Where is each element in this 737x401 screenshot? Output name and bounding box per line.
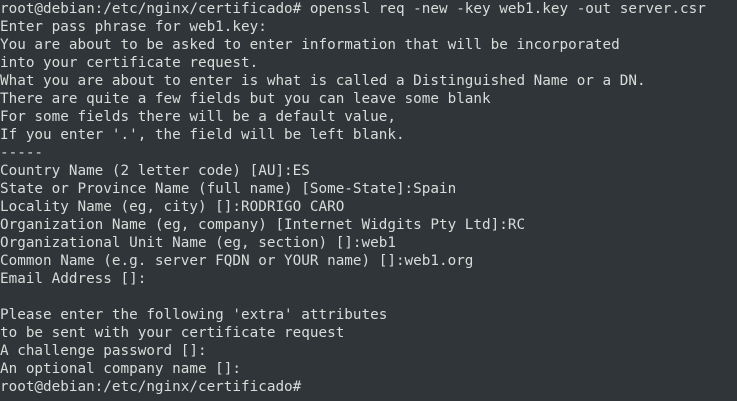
output-line: -----	[0, 145, 44, 161]
output-line: Common Name (e.g. server FQDN or YOUR na…	[0, 253, 474, 269]
output-line: For some fields there will be a default …	[0, 109, 396, 125]
prompt-line[interactable]: root@debian:/etc/nginx/certificado#	[0, 378, 737, 396]
output-line: What you are about to enter is what is c…	[0, 73, 646, 89]
output-line: You are about to be asked to enter infor…	[0, 37, 620, 53]
output-line: Organization Name (eg, company) [Interne…	[0, 217, 526, 233]
output-line: into your certificate request.	[0, 55, 259, 71]
output-line: An optional company name []:	[0, 361, 242, 377]
output-line: Please enter the following 'extra' attri…	[0, 307, 388, 323]
output-line: If you enter '.', the field will be left…	[0, 127, 405, 143]
output-line: Enter pass phrase for web1.key:	[0, 19, 267, 35]
output-line: Email Address []:	[0, 271, 147, 287]
output-line: Locality Name (eg, city) []:RODRIGO CARO	[0, 199, 345, 215]
output-line: State or Province Name (full name) [Some…	[0, 181, 457, 197]
output-line: Country Name (2 letter code) [AU]:ES	[0, 163, 310, 179]
output-line: Organizational Unit Name (eg, section) […	[0, 235, 396, 251]
output-line: A challenge password []:	[0, 343, 207, 359]
shell-prompt: root@debian:/etc/nginx/certificado#	[0, 379, 302, 395]
command-line: root@debian:/etc/nginx/certificado# open…	[0, 1, 706, 17]
text-cursor	[301, 378, 309, 394]
output-line: to be sent with your certificate request	[0, 325, 345, 341]
output-line: There are quite a few fields but you can…	[0, 91, 491, 107]
terminal-window[interactable]: root@debian:/etc/nginx/certificado# open…	[0, 0, 737, 401]
